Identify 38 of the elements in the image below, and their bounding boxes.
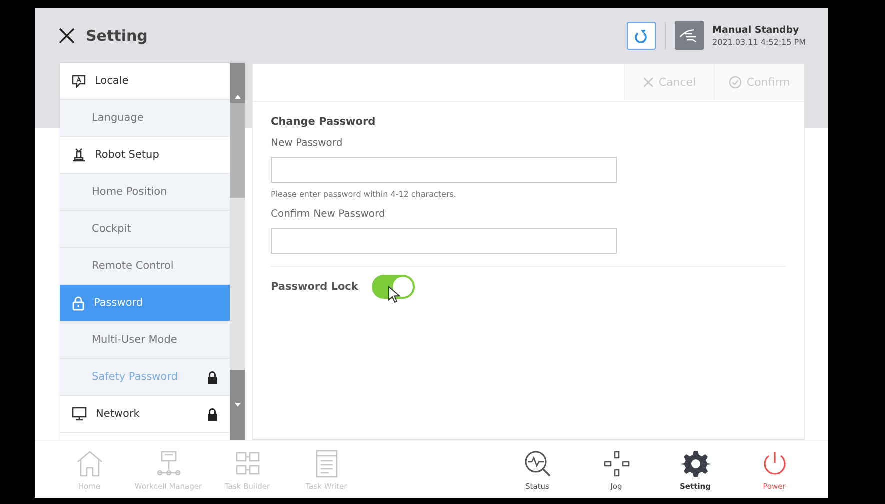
sidebar-item[interactable]: Multi-User Mode bbox=[60, 322, 230, 359]
sidebar-item[interactable]: Password bbox=[60, 285, 230, 322]
magnifier-pulse-icon bbox=[522, 448, 552, 478]
date-time: 2021.03.11 4:52:15 PM bbox=[712, 38, 806, 46]
up-arrow-icon[interactable] bbox=[234, 95, 240, 99]
close-icon[interactable] bbox=[59, 28, 75, 44]
monitor-icon bbox=[72, 407, 87, 421]
robot-mode-label: Manual Standby bbox=[712, 24, 800, 36]
password-field[interactable] bbox=[271, 228, 617, 254]
field-label: Confirm New Password bbox=[271, 209, 386, 220]
hand-icon bbox=[674, 21, 704, 50]
toggle-label: Password Lock bbox=[271, 281, 360, 293]
section-heading: Change Password bbox=[271, 116, 377, 128]
sidebar-item[interactable]: Locale bbox=[60, 63, 230, 100]
close-icon bbox=[642, 76, 654, 88]
check-circle-icon bbox=[728, 76, 742, 88]
hint-text: Please enter password within 4-12 characters. bbox=[271, 190, 458, 199]
scrollbar[interactable] bbox=[230, 63, 245, 440]
sidebar-item[interactable]: Home Position bbox=[60, 174, 230, 211]
padlock-icon bbox=[72, 296, 85, 310]
mouse-pointer-icon bbox=[388, 286, 401, 304]
sidebar-item[interactable]: Network bbox=[60, 396, 230, 433]
refresh-button[interactable] bbox=[626, 22, 656, 50]
sidebar-item[interactable]: Remote Control bbox=[60, 248, 230, 285]
sidebar-item[interactable]: Cockpit bbox=[60, 211, 230, 248]
refresh-icon bbox=[634, 28, 648, 42]
sidebar-item[interactable]: Language bbox=[60, 100, 230, 137]
direction-pad-icon bbox=[602, 448, 632, 478]
toggle-switch[interactable] bbox=[372, 275, 415, 299]
down-arrow-icon[interactable] bbox=[234, 403, 240, 407]
settings-icon bbox=[680, 448, 710, 478]
robot-arm-icon bbox=[72, 148, 86, 162]
password-field[interactable] bbox=[271, 157, 617, 183]
field-label: New Password bbox=[271, 138, 344, 149]
page-title: Setting bbox=[86, 26, 148, 44]
sidebar-item[interactable]: Safety Password bbox=[60, 359, 230, 396]
speech-bubble-icon bbox=[72, 74, 86, 88]
sidebar-item[interactable]: Robot Setup bbox=[60, 137, 230, 174]
